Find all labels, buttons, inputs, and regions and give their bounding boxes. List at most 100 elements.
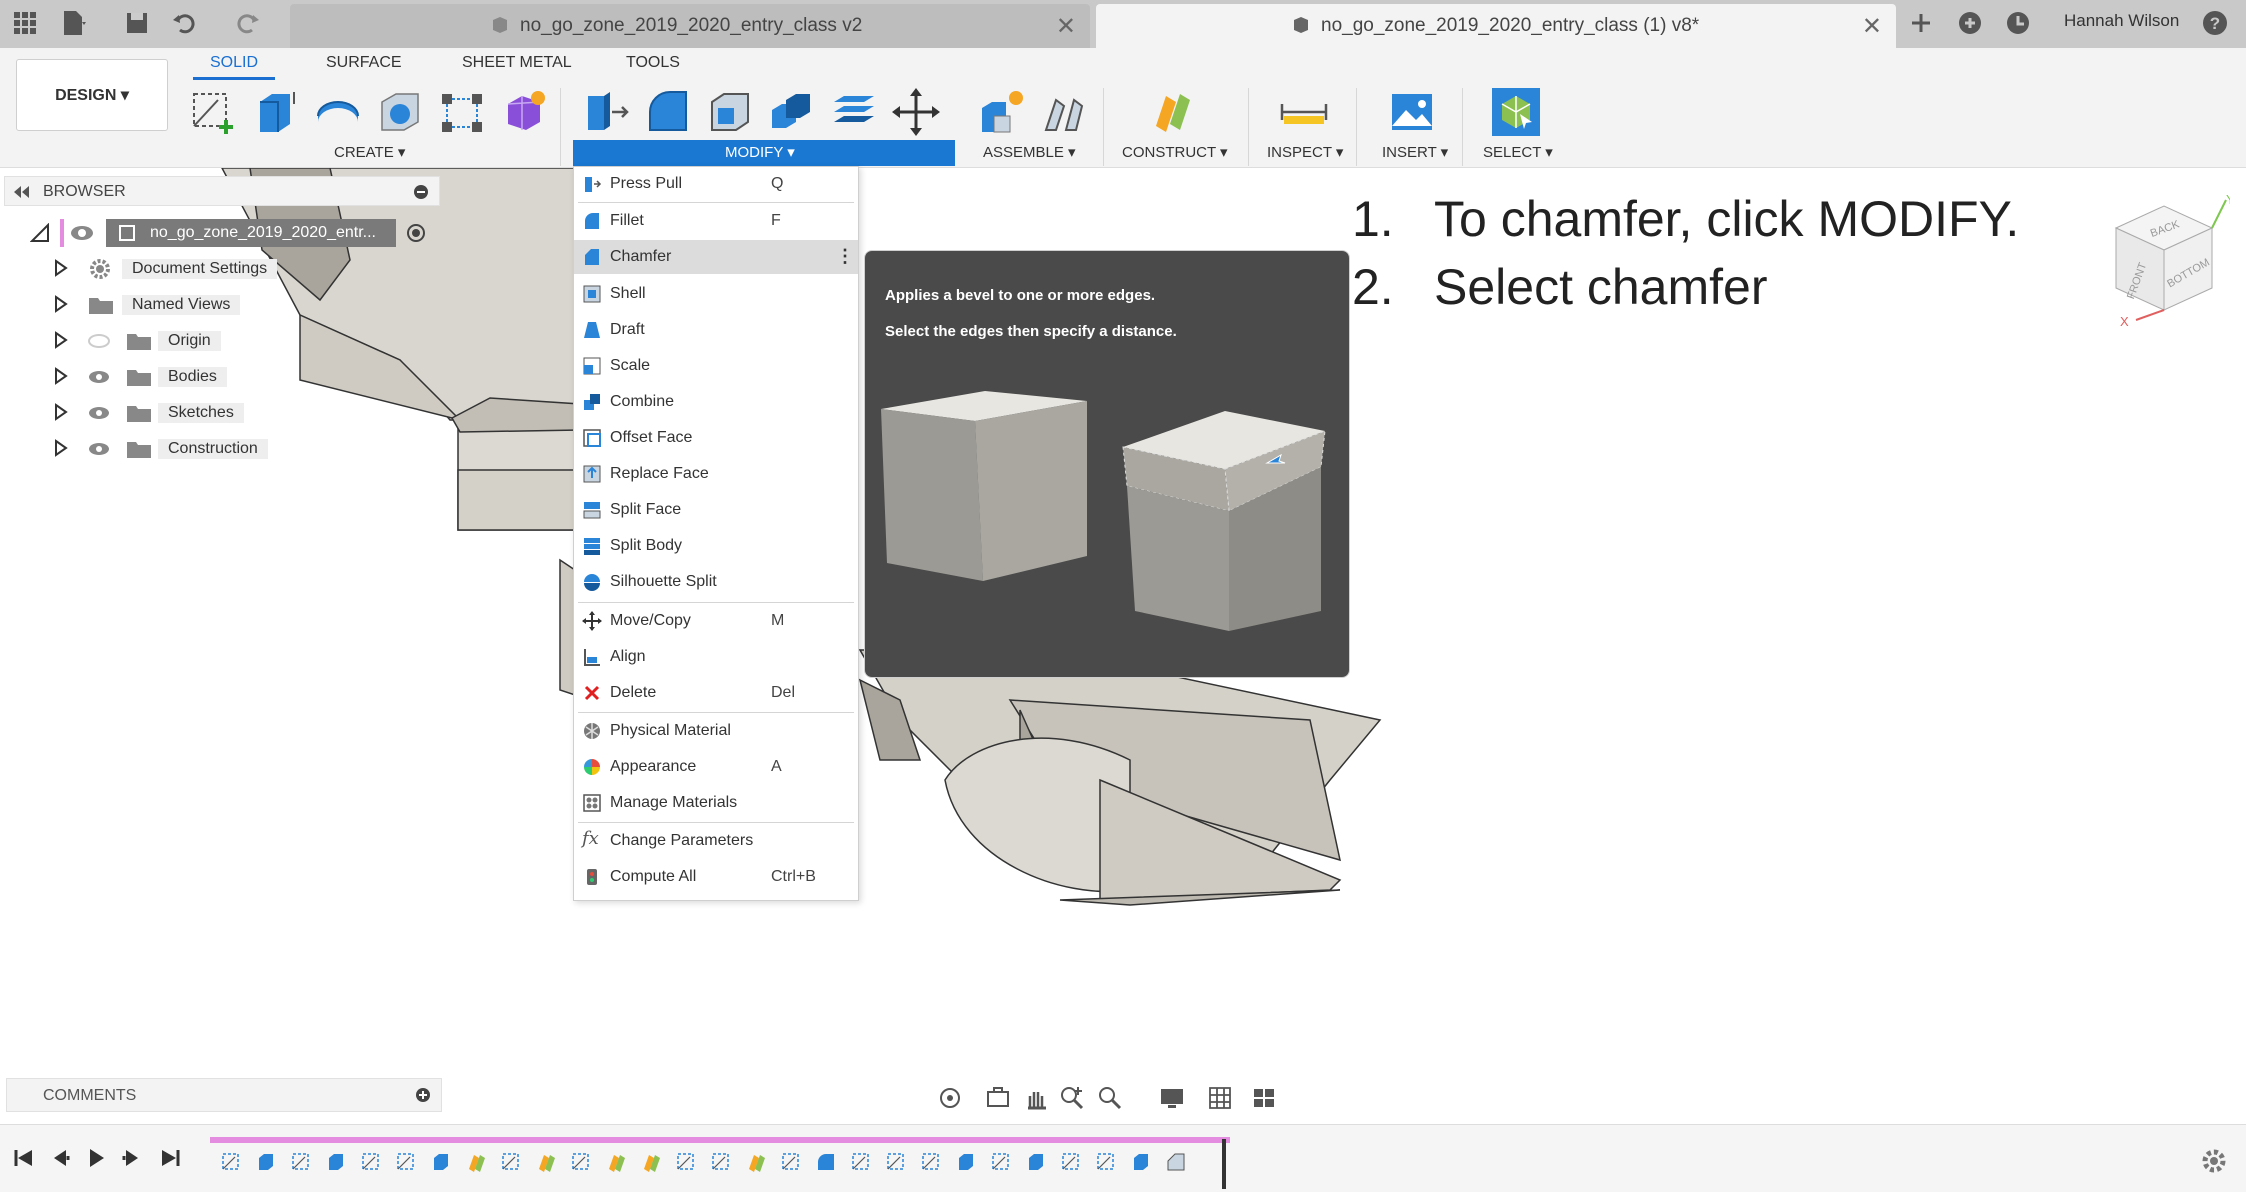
comments-panel[interactable]: COMMENTS	[6, 1078, 442, 1112]
create-form-icon[interactable]	[498, 86, 550, 138]
more-options-icon[interactable]: ⋮	[836, 246, 854, 267]
play-icon[interactable]	[84, 1146, 108, 1170]
tab-surface[interactable]: SURFACE	[326, 54, 402, 72]
assemble-group-label[interactable]: ASSEMBLE ▾	[983, 143, 1076, 161]
menu-item-align[interactable]: Align	[574, 640, 858, 674]
menu-item-combine[interactable]: Combine	[574, 385, 858, 419]
menu-item-draft[interactable]: Draft	[574, 313, 858, 347]
modify-group-label[interactable]: MODIFY ▾	[725, 143, 795, 161]
menu-item-split-face[interactable]: Split Face	[574, 493, 858, 527]
timeline-sketch-icon[interactable]	[1095, 1151, 1117, 1173]
select-group-label[interactable]: SELECT ▾	[1483, 143, 1553, 161]
go-to-start-icon[interactable]	[12, 1146, 36, 1170]
timeline-sketch-icon[interactable]	[1060, 1151, 1082, 1173]
expand-arrow-icon[interactable]	[54, 331, 68, 349]
browser-options-icon[interactable]	[413, 184, 429, 200]
inspect-group-label[interactable]: INSPECT ▾	[1267, 143, 1343, 161]
fillet-icon[interactable]	[642, 86, 694, 138]
expand-triangle-icon[interactable]	[30, 223, 50, 243]
look-at-icon[interactable]	[984, 1084, 1012, 1112]
timeline-track[interactable]	[210, 1137, 1230, 1143]
menu-item-chamfer[interactable]: Chamfer ⋮	[574, 240, 858, 274]
browser-panel-header[interactable]: BROWSER	[4, 176, 440, 206]
visibility-eye-hidden-icon[interactable]	[88, 332, 110, 350]
job-status-clock-icon[interactable]	[2003, 8, 2033, 38]
insert-image-icon[interactable]	[1386, 86, 1438, 138]
go-to-end-icon[interactable]	[158, 1146, 182, 1170]
zoom-window-icon[interactable]	[1096, 1084, 1124, 1112]
timeline-sketch-icon[interactable]	[885, 1151, 907, 1173]
file-menu-icon[interactable]	[58, 8, 88, 38]
close-tab-icon[interactable]: ✕	[1056, 12, 1076, 41]
expand-arrow-icon[interactable]	[54, 367, 68, 385]
activate-radio-icon[interactable]	[406, 223, 426, 243]
expand-arrow-icon[interactable]	[54, 295, 68, 313]
menu-item-manage-materials[interactable]: Manage Materials	[574, 786, 858, 820]
undo-icon[interactable]	[170, 8, 200, 38]
visibility-eye-icon[interactable]	[70, 224, 94, 242]
menu-item-split-body[interactable]: Split Body	[574, 529, 858, 563]
menu-item-scale[interactable]: Scale	[574, 349, 858, 383]
timeline-plane-icon[interactable]	[605, 1151, 627, 1173]
timeline-plane-icon[interactable]	[535, 1151, 557, 1173]
browser-root-item[interactable]: no_go_zone_2019_2020_entr...	[30, 219, 440, 249]
create-sketch-icon[interactable]	[188, 86, 240, 138]
timeline-sketch-icon[interactable]	[500, 1151, 522, 1173]
redo-icon[interactable]	[232, 8, 262, 38]
document-tab-active[interactable]: no_go_zone_2019_2020_entry_class (1) v8*…	[1096, 4, 1896, 48]
timeline-sketch-icon[interactable]	[570, 1151, 592, 1173]
timeline-chamfer-icon[interactable]	[1165, 1151, 1187, 1173]
timeline-marker[interactable]	[1222, 1139, 1226, 1189]
timeline-sketch-icon[interactable]	[780, 1151, 802, 1173]
expand-arrow-icon[interactable]	[54, 439, 68, 457]
hole-icon[interactable]	[374, 86, 426, 138]
shell-icon[interactable]	[704, 86, 756, 138]
timeline-sketch-icon[interactable]	[290, 1151, 312, 1173]
timeline-sketch-icon[interactable]	[850, 1151, 872, 1173]
timeline-plane-icon[interactable]	[745, 1151, 767, 1173]
timeline-sketch-icon[interactable]	[920, 1151, 942, 1173]
menu-item-change-parameters[interactable]: fx Change Parameters	[574, 824, 858, 858]
combine-icon[interactable]	[766, 86, 818, 138]
extensions-icon[interactable]	[1955, 8, 1985, 38]
offset-plane-icon[interactable]	[1148, 86, 1200, 138]
view-cube[interactable]: BACK FRONT BOTTOM Y X	[2100, 192, 2230, 332]
visibility-eye-icon[interactable]	[88, 440, 110, 458]
joint-icon[interactable]	[1038, 86, 1090, 138]
menu-item-compute-all[interactable]: Compute All Ctrl+B	[574, 860, 858, 894]
save-icon[interactable]	[122, 8, 152, 38]
menu-item-offset-face[interactable]: Offset Face	[574, 421, 858, 455]
move-copy-icon[interactable]	[890, 86, 942, 138]
menu-item-appearance[interactable]: Appearance A	[574, 750, 858, 784]
timeline-sketch-icon[interactable]	[220, 1151, 242, 1173]
timeline-extrude-icon[interactable]	[325, 1151, 347, 1173]
menu-item-silhouette-split[interactable]: Silhouette Split	[574, 565, 858, 599]
document-tab-inactive[interactable]: no_go_zone_2019_2020_entry_class v2 ✕	[290, 4, 1090, 48]
timeline-plane-icon[interactable]	[640, 1151, 662, 1173]
collapse-panel-icon[interactable]	[13, 185, 31, 199]
select-icon[interactable]	[1490, 86, 1542, 138]
workspace-switcher-button[interactable]: DESIGN ▾	[16, 59, 168, 131]
add-comment-icon[interactable]	[415, 1087, 431, 1103]
tab-sheet-metal[interactable]: SHEET METAL	[462, 54, 572, 72]
step-forward-icon[interactable]	[120, 1146, 144, 1170]
menu-item-delete[interactable]: Delete Del	[574, 676, 858, 710]
extrude-icon[interactable]	[250, 86, 302, 138]
menu-item-press-pull[interactable]: Press Pull Q	[574, 167, 858, 201]
app-grid-icon[interactable]	[10, 8, 40, 38]
press-pull-icon[interactable]	[580, 86, 632, 138]
step-back-icon[interactable]	[48, 1146, 72, 1170]
timeline-sketch-icon[interactable]	[990, 1151, 1012, 1173]
create-group-label[interactable]: CREATE ▾	[334, 143, 405, 161]
timeline-sketch-icon[interactable]	[675, 1151, 697, 1173]
help-icon[interactable]: ?	[2200, 8, 2230, 38]
revolve-icon[interactable]	[312, 86, 364, 138]
grid-settings-icon[interactable]	[1206, 1084, 1234, 1112]
insert-group-label[interactable]: INSERT ▾	[1382, 143, 1448, 161]
viewports-icon[interactable]	[1250, 1084, 1278, 1112]
timeline-plane-icon[interactable]	[465, 1151, 487, 1173]
pattern-icon[interactable]	[436, 86, 488, 138]
visibility-eye-icon[interactable]	[88, 368, 110, 386]
timeline-fillet-icon[interactable]	[815, 1151, 837, 1173]
menu-item-shell[interactable]: Shell	[574, 277, 858, 311]
